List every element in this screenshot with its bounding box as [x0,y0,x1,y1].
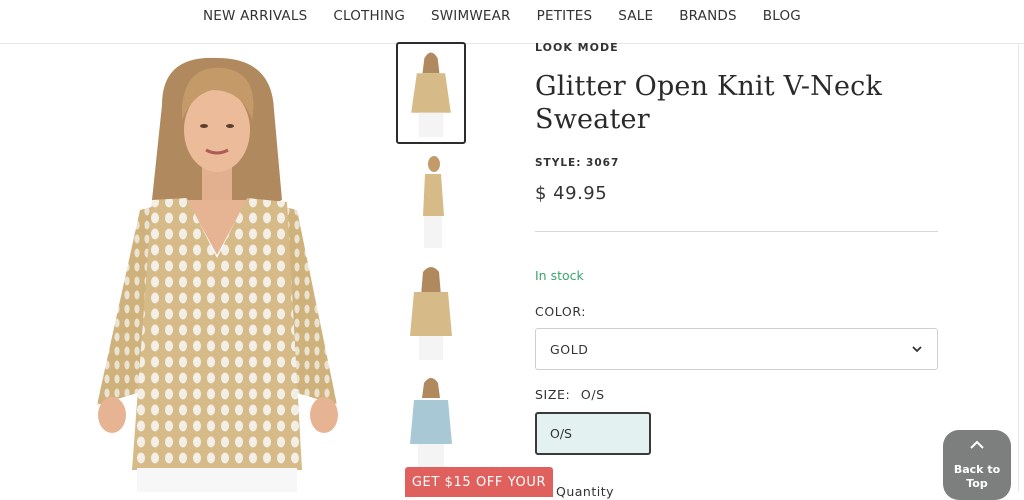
nav-item-new-arrivals[interactable]: NEW ARRIVALS [203,8,307,24]
model-photo [97,57,338,492]
nav-item-brands[interactable]: BRANDS [679,8,737,24]
color-select-value: GOLD [550,342,589,357]
chevron-up-icon [970,440,984,449]
size-selected-value: O/S [580,387,605,402]
thumbnail-back[interactable] [396,262,466,364]
promo-tab[interactable]: GET $15 OFF YOUR [405,467,553,497]
thumbnail-image [411,52,451,138]
product-style-number: STYLE: 3067 [535,157,620,169]
main-product-image[interactable] [92,50,342,492]
size-label: SIZE: O/S [535,387,605,402]
back-to-top-line2: Top [966,477,988,490]
top-navigation: NEW ARRIVALS CLOTHING SWIMWEAR PETITES S… [0,0,1024,44]
chevron-down-icon [912,346,922,353]
size-option-os[interactable]: O/S [535,412,651,455]
nav-item-clothing[interactable]: CLOTHING [333,8,405,24]
thumbnail-image [410,378,452,470]
thumbnail-front[interactable] [396,42,466,144]
product-title: Glitter Open Knit V-Neck Sweater [535,71,883,135]
thumbnail-side[interactable] [396,152,466,254]
back-to-top-label: Back to Top [943,463,1011,491]
nav-item-petites[interactable]: PETITES [537,8,593,24]
nav-item-blog[interactable]: BLOG [763,8,801,24]
nav-item-swimwear[interactable]: SWIMWEAR [431,8,511,24]
nav-item-sale[interactable]: SALE [618,8,653,24]
stock-status: In stock [535,268,584,283]
color-label: COLOR: [535,304,587,319]
nav-menu: NEW ARRIVALS CLOTHING SWIMWEAR PETITES S… [203,8,827,24]
thumbnail-front-blue[interactable] [396,372,466,474]
page-edge [1018,44,1024,492]
back-to-top-button[interactable]: Back to Top [943,430,1011,500]
divider [535,231,938,232]
back-to-top-line1: Back to [953,463,1001,476]
size-option-label: O/S [550,426,572,441]
brand-name[interactable]: LOOK MODE [535,41,619,54]
thumbnail-image [410,267,452,360]
product-price: $ 49.95 [535,183,608,204]
thumbnail-image [423,156,444,248]
size-label-text: SIZE: [535,387,571,402]
color-select[interactable]: GOLD [535,328,938,370]
